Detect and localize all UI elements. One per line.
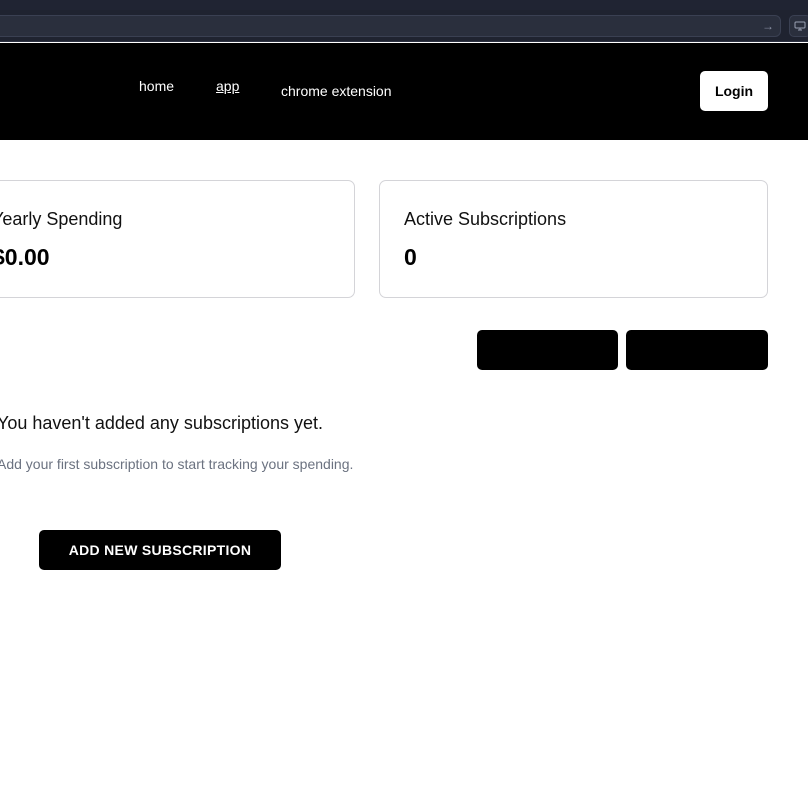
browser-toolbar: → bbox=[0, 10, 808, 42]
address-bar[interactable]: → bbox=[0, 15, 781, 37]
nav-link-chrome-extension[interactable]: chrome extension bbox=[281, 83, 392, 99]
yearly-spending-value: $0.00 bbox=[0, 244, 50, 270]
toolbar-action-button-2[interactable] bbox=[626, 330, 768, 370]
site-navbar: home app chrome extension Login bbox=[0, 43, 808, 140]
go-arrow-icon[interactable]: → bbox=[762, 18, 774, 34]
active-subscriptions-value: 0 bbox=[404, 244, 417, 270]
add-new-subscription-button[interactable]: ADD NEW SUBSCRIPTION bbox=[39, 530, 281, 570]
login-button[interactable]: Login bbox=[700, 71, 768, 111]
empty-state-subtitle: Add your first subscription to start tra… bbox=[0, 456, 354, 472]
active-subscriptions-title: Active Subscriptions bbox=[404, 209, 567, 229]
empty-state-title: You haven't added any subscriptions yet. bbox=[0, 413, 323, 433]
nav-link-home[interactable]: home bbox=[139, 78, 174, 94]
monitor-icon[interactable] bbox=[789, 15, 808, 37]
yearly-spending-title: Yearly Spending bbox=[0, 209, 123, 229]
active-subscriptions-card: Active Subscriptions 0 bbox=[379, 180, 768, 298]
toolbar-action-button-1[interactable] bbox=[477, 330, 618, 370]
browser-title-strip bbox=[0, 0, 808, 10]
nav-link-app[interactable]: app bbox=[216, 78, 239, 94]
yearly-spending-card: Yearly Spending $0.00 bbox=[0, 180, 355, 298]
